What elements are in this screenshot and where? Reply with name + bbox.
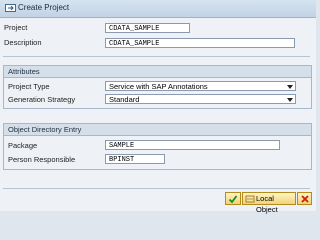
- create-project-dialog: Project CDATA_SAMPLE Description CDATA_S…: [0, 18, 316, 214]
- divider: [3, 56, 310, 57]
- description-input[interactable]: CDATA_SAMPLE: [105, 38, 295, 48]
- local-object-button[interactable]: Local Object: [242, 192, 296, 214]
- local-object-label: Local Object: [256, 194, 278, 214]
- attributes-heading: Attributes: [4, 66, 311, 78]
- confirm-button[interactable]: [225, 192, 241, 205]
- check-icon: [228, 195, 238, 204]
- attributes-group: Attributes Project Type Service with SAP…: [3, 65, 312, 109]
- window-title: Create Project: [18, 3, 70, 12]
- object-directory-heading: Object Directory Entry: [4, 124, 311, 136]
- project-type-value: Service with SAP Annotations: [109, 82, 208, 91]
- generation-strategy-label: Generation Strategy: [8, 95, 76, 104]
- create-project-icon: [5, 4, 16, 12]
- object-directory-group: Object Directory Entry Package SAMPLE Pe…: [3, 123, 312, 170]
- person-responsible-input[interactable]: BPINST: [105, 154, 165, 164]
- package-input[interactable]: SAMPLE: [105, 140, 280, 150]
- footer-divider: [3, 188, 310, 189]
- cancel-button[interactable]: [297, 192, 312, 205]
- chevron-down-icon[interactable]: [287, 98, 293, 102]
- project-type-label: Project Type: [8, 82, 50, 91]
- generation-strategy-select[interactable]: Standard: [105, 94, 296, 104]
- window-titlebar: Create Project: [0, 0, 316, 18]
- package-label: Package: [8, 141, 38, 150]
- project-input[interactable]: CDATA_SAMPLE: [105, 23, 190, 33]
- project-label: Project: [4, 23, 28, 32]
- chevron-down-icon[interactable]: [287, 85, 293, 89]
- local-object-icon: [245, 195, 255, 203]
- project-type-select[interactable]: Service with SAP Annotations: [105, 81, 296, 91]
- description-label: Description: [4, 38, 42, 47]
- generation-strategy-value: Standard: [109, 95, 140, 104]
- person-responsible-label: Person Responsible: [8, 155, 76, 164]
- cancel-icon: [301, 195, 309, 203]
